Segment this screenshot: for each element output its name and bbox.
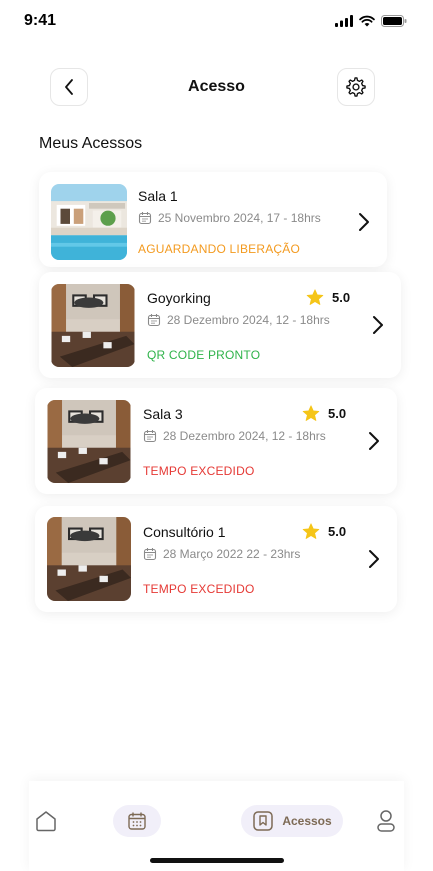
- battery-icon: [381, 15, 407, 27]
- card-date-text: 25 Novembro 2024, 17 - 18hrs: [158, 211, 321, 225]
- nav-profile[interactable]: [374, 808, 398, 834]
- calendar-icon: [147, 314, 161, 327]
- calendar-icon: [143, 430, 157, 443]
- meeting-room-photo: [47, 517, 131, 601]
- card-date-text: 28 Março 2022 22 - 23hrs: [163, 547, 301, 561]
- card-title: Sala 1: [138, 188, 178, 204]
- gear-icon: [346, 77, 366, 97]
- calendar-icon: [138, 212, 152, 225]
- nav-acessos-label: Acessos: [282, 814, 332, 828]
- access-card[interactable]: Sala 1 25 Novembro 2024, 17 - 18hrs AGUA…: [39, 172, 387, 267]
- meeting-room-photo: [51, 284, 135, 367]
- access-card[interactable]: Goyorking 5.0 28 Dezembro 2024, 12 - 18h…: [39, 272, 401, 378]
- calendar-icon: [128, 812, 146, 830]
- header: Acesso: [0, 68, 433, 110]
- nav-calendar[interactable]: [113, 805, 161, 837]
- rating: 5.0: [302, 523, 346, 540]
- status-icons: [335, 15, 407, 27]
- rating-value: 5.0: [332, 290, 351, 305]
- card-status: TEMPO EXCEDIDO: [143, 582, 255, 596]
- card-status: TEMPO EXCEDIDO: [143, 464, 255, 478]
- meeting-room-photo: [47, 400, 131, 483]
- chevron-right-icon[interactable]: [371, 315, 385, 335]
- card-date-text: 28 Dezembro 2024, 12 - 18hrs: [167, 313, 330, 327]
- chevron-right-icon[interactable]: [367, 431, 381, 451]
- settings-button[interactable]: [337, 68, 375, 106]
- card-status: QR CODE PRONTO: [147, 348, 261, 362]
- profile-icon: [377, 810, 395, 832]
- status-time: 9:41: [24, 12, 57, 29]
- section-title: Meus Acessos: [39, 135, 143, 152]
- wifi-icon: [359, 15, 375, 27]
- rating-value: 5.0: [328, 406, 347, 421]
- rating: 5.0: [302, 405, 346, 422]
- star-icon: [302, 523, 320, 539]
- chevron-right-icon[interactable]: [367, 549, 381, 569]
- nav-acessos[interactable]: Acessos: [241, 805, 343, 837]
- card-date-text: 28 Dezembro 2024, 12 - 18hrs: [163, 429, 326, 443]
- calendar-icon: [143, 548, 157, 561]
- rating: 5.0: [306, 289, 350, 306]
- card-title: Sala 3: [143, 406, 183, 422]
- star-icon: [306, 289, 324, 305]
- access-card[interactable]: Sala 3 5.0 28 Dezembro 2024, 12 - 18hrs …: [35, 388, 397, 494]
- chevron-right-icon[interactable]: [357, 212, 371, 232]
- rating-value: 5.0: [328, 524, 347, 539]
- card-date: 28 Dezembro 2024, 12 - 18hrs: [143, 429, 326, 443]
- home-indicator: [150, 858, 284, 863]
- access-card[interactable]: Consultório 1 5.0 28 Março 2022 22 - 23h…: [35, 506, 397, 612]
- home-icon: [36, 811, 56, 832]
- card-title: Goyorking: [147, 290, 211, 306]
- card-date: 25 Novembro 2024, 17 - 18hrs: [138, 211, 321, 225]
- card-date: 28 Dezembro 2024, 12 - 18hrs: [147, 313, 330, 327]
- nav-home[interactable]: [33, 808, 59, 834]
- star-icon: [302, 405, 320, 421]
- bookmark-icon: [253, 811, 274, 831]
- status-bar: 9:41: [0, 0, 433, 44]
- card-status: AGUARDANDO LIBERAÇÃO: [138, 242, 301, 256]
- card-title: Consultório 1: [143, 524, 226, 540]
- card-date: 28 Março 2022 22 - 23hrs: [143, 547, 300, 561]
- pool-house-photo: [51, 184, 127, 260]
- cellular-signal-icon: [335, 15, 353, 27]
